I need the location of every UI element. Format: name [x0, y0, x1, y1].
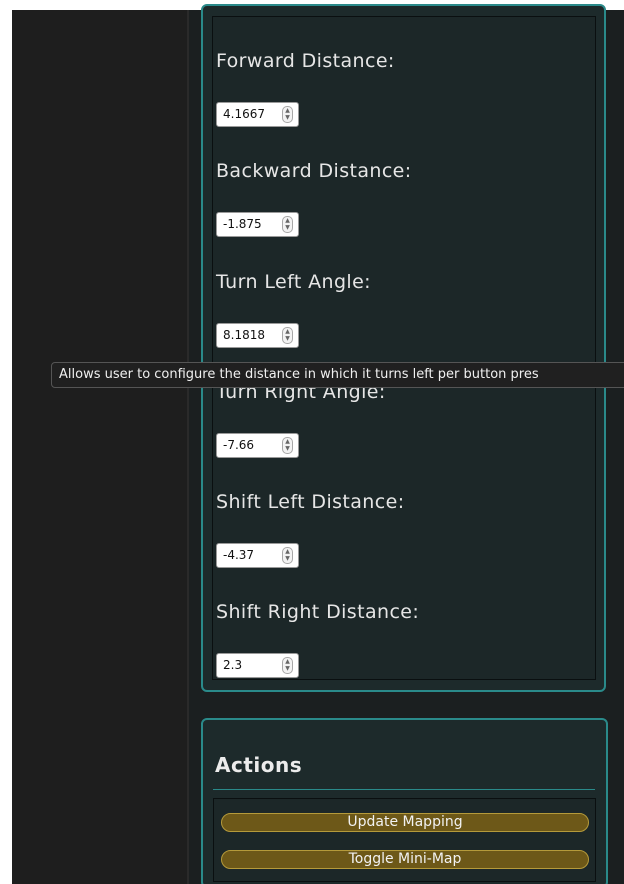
spin-arrows-icon[interactable]: ▲ ▼ — [282, 657, 293, 674]
actions-title: Actions — [215, 753, 303, 777]
backward-distance-spinbox[interactable]: -1.875 ▲ ▼ — [216, 212, 299, 237]
spin-arrows-icon[interactable]: ▲ ▼ — [282, 547, 293, 564]
turn-left-angle-value[interactable]: 8.1818 — [223, 328, 265, 342]
actions-divider — [213, 789, 595, 790]
update-mapping-button[interactable]: Update Mapping — [221, 813, 589, 832]
spin-arrows-icon[interactable]: ▲ ▼ — [282, 106, 293, 123]
toggle-mini-map-button[interactable]: Toggle Mini-Map — [221, 850, 589, 869]
shift-left-distance-spinbox[interactable]: -4.37 ▲ ▼ — [216, 543, 299, 568]
turn-left-angle-spinbox[interactable]: 8.1818 ▲ ▼ — [216, 323, 299, 348]
shift-right-distance-spinbox[interactable]: 2.3 ▲ ▼ — [216, 653, 299, 678]
shift-right-distance-label: Shift Right Distance: — [216, 601, 420, 623]
actions-group — [213, 798, 596, 882]
spin-arrows-icon[interactable]: ▲ ▼ — [282, 216, 293, 233]
spin-arrows-icon[interactable]: ▲ ▼ — [282, 437, 293, 454]
spin-arrows-icon[interactable]: ▲ ▼ — [282, 327, 293, 344]
forward-distance-value[interactable]: 4.1667 — [223, 107, 265, 121]
left-pane — [12, 10, 187, 884]
shift-left-distance-label: Shift Left Distance: — [216, 491, 405, 513]
backward-distance-value[interactable]: -1.875 — [223, 217, 262, 231]
turn-right-angle-value[interactable]: -7.66 — [223, 438, 254, 452]
shift-left-distance-value[interactable]: -4.37 — [223, 548, 254, 562]
backward-distance-label: Backward Distance: — [216, 160, 412, 182]
turn-left-tooltip: Allows user to configure the distance in… — [51, 362, 624, 388]
forward-distance-label: Forward Distance: — [216, 50, 395, 72]
shift-right-distance-value[interactable]: 2.3 — [223, 658, 242, 672]
app-window: Forward Distance: 4.1667 ▲ ▼ Backward Dis… — [0, 0, 624, 884]
turn-right-angle-spinbox[interactable]: -7.66 ▲ ▼ — [216, 433, 299, 458]
turn-left-angle-label: Turn Left Angle: — [216, 271, 371, 293]
forward-distance-spinbox[interactable]: 4.1667 ▲ ▼ — [216, 102, 299, 127]
